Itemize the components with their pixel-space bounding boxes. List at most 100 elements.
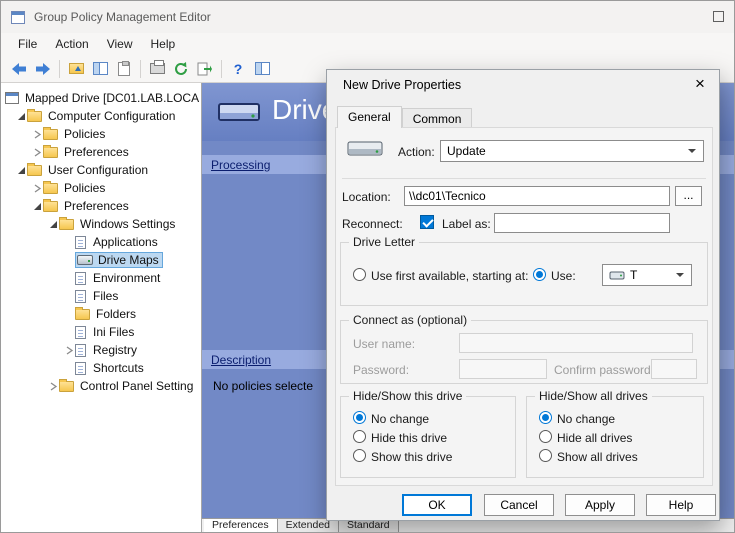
drive-letter-value: T	[630, 268, 637, 282]
password-input[interactable]	[459, 359, 547, 379]
tree-item-label: Policies	[64, 181, 105, 195]
toolbar-separator	[221, 60, 222, 78]
this-no-change-radio[interactable]	[353, 411, 366, 424]
tab-preferences[interactable]: Preferences	[204, 519, 278, 532]
tree-item-ini-files[interactable]: Ini Files	[1, 323, 201, 341]
window-title: Group Policy Management Editor	[34, 10, 211, 24]
tree-item-computer-policies[interactable]: Policies	[1, 125, 201, 143]
tree-item-registry[interactable]: Registry	[1, 341, 201, 359]
chevron-expanded-icon[interactable]	[47, 220, 59, 229]
title-bar: Group Policy Management Editor	[1, 1, 734, 33]
chevron-collapsed-icon[interactable]	[63, 346, 75, 355]
refresh-icon[interactable]	[170, 58, 192, 80]
menu-help[interactable]: Help	[142, 35, 185, 53]
action-dropdown[interactable]: Update	[440, 140, 704, 162]
browse-button[interactable]: ...	[675, 186, 702, 206]
chevron-collapsed-icon[interactable]	[47, 382, 59, 391]
confirm-password-input[interactable]	[651, 359, 697, 379]
user-name-input[interactable]	[459, 333, 693, 353]
description-link[interactable]: Description	[211, 353, 271, 367]
help-button[interactable]: Help	[646, 494, 716, 516]
chevron-collapsed-icon[interactable]	[31, 148, 43, 157]
reconnect-checkbox[interactable]	[420, 215, 434, 229]
hide-show-this-drive-title: Hide/Show this drive	[349, 389, 466, 403]
drive-letter-icon	[609, 270, 625, 281]
menu-action[interactable]: Action	[46, 35, 97, 53]
up-one-level-icon[interactable]	[65, 58, 87, 80]
hide-this-drive-label: Hide this drive	[371, 431, 447, 445]
ini-files-icon	[75, 326, 86, 339]
tree-item-label: Preferences	[64, 145, 129, 159]
tab-general[interactable]: General	[337, 106, 402, 128]
print-icon[interactable]	[146, 58, 168, 80]
help-icon[interactable]: ?	[227, 58, 249, 80]
all-no-change-radio[interactable]	[539, 411, 552, 424]
tree-item-computer-configuration[interactable]: Computer Configuration	[1, 107, 201, 125]
hide-this-drive-radio[interactable]	[353, 430, 366, 443]
tree-item-label: Shortcuts	[93, 361, 144, 375]
hide-all-drives-label: Hide all drives	[557, 431, 632, 445]
use-radio[interactable]	[533, 268, 546, 281]
connect-as-group: Connect as (optional) User name: Passwor…	[340, 320, 708, 384]
tree-item-label: Registry	[93, 343, 137, 357]
tree-item-user-preferences[interactable]: Preferences	[1, 197, 201, 215]
extended-pane-icon[interactable]	[251, 58, 273, 80]
tree-item-folders[interactable]: Folders	[1, 305, 201, 323]
drive-letter-dropdown[interactable]: T	[602, 264, 692, 286]
processing-link[interactable]: Processing	[211, 158, 270, 172]
export-list-icon[interactable]	[194, 58, 216, 80]
use-label: Use:	[551, 269, 576, 283]
tree-item-user-policies[interactable]: Policies	[1, 179, 201, 197]
tree-item-root[interactable]: Mapped Drive [DC01.LAB.LOCA	[1, 89, 201, 107]
hide-all-drives-radio[interactable]	[539, 430, 552, 443]
chevron-expanded-icon[interactable]	[15, 166, 27, 175]
ok-button[interactable]: OK	[402, 494, 472, 516]
cancel-button[interactable]: Cancel	[484, 494, 554, 516]
console-root-icon	[5, 92, 19, 104]
tree-item-applications[interactable]: Applications	[1, 233, 201, 251]
location-input[interactable]	[404, 186, 670, 206]
tree-item-user-configuration[interactable]: User Configuration	[1, 161, 201, 179]
tree-item-control-panel-settings[interactable]: Control Panel Setting	[1, 377, 201, 395]
folders-icon	[75, 309, 90, 320]
show-all-drives-radio[interactable]	[539, 449, 552, 462]
use-first-available-radio[interactable]	[353, 268, 366, 281]
tree-item-environment[interactable]: Environment	[1, 269, 201, 287]
show-console-tree-icon[interactable]	[89, 58, 111, 80]
tree-item-drive-maps[interactable]: Drive Maps	[1, 251, 201, 269]
show-this-drive-label: Show this drive	[371, 450, 452, 464]
maximize-button[interactable]	[713, 11, 724, 22]
properties-icon[interactable]	[113, 58, 135, 80]
chevron-collapsed-icon[interactable]	[31, 184, 43, 193]
separator	[342, 178, 706, 179]
apply-button[interactable]: Apply	[565, 494, 635, 516]
back-icon[interactable]	[8, 58, 30, 80]
chevron-expanded-icon[interactable]	[15, 112, 27, 121]
drive-letter-group-title: Drive Letter	[349, 235, 419, 249]
chevron-expanded-icon[interactable]	[31, 202, 43, 211]
selected-tree-item: Drive Maps	[75, 252, 163, 268]
tree-item-windows-settings[interactable]: Windows Settings	[1, 215, 201, 233]
tree-item-label: User Configuration	[48, 163, 148, 177]
forward-icon[interactable]	[32, 58, 54, 80]
tree-item-computer-preferences[interactable]: Preferences	[1, 143, 201, 161]
folder-icon	[43, 129, 58, 140]
label-as-input[interactable]	[494, 213, 670, 233]
drive-action-icon	[346, 136, 384, 162]
menu-view[interactable]: View	[98, 35, 142, 53]
tab-common[interactable]: Common	[402, 108, 473, 128]
close-icon[interactable]: ×	[689, 73, 711, 95]
hide-show-this-drive-group: Hide/Show this drive No change Hide this…	[340, 396, 516, 478]
menu-bar: File Action View Help	[1, 33, 734, 55]
files-icon	[75, 290, 86, 303]
tree-item-label: Ini Files	[93, 325, 134, 339]
drive-maps-icon	[77, 255, 93, 265]
folder-icon	[27, 165, 42, 176]
location-label: Location:	[342, 190, 391, 204]
tree-item-shortcuts[interactable]: Shortcuts	[1, 359, 201, 377]
menu-file[interactable]: File	[9, 35, 46, 53]
show-this-drive-radio[interactable]	[353, 449, 366, 462]
tree-item-label: Policies	[64, 127, 105, 141]
chevron-collapsed-icon[interactable]	[31, 130, 43, 139]
tree-item-files[interactable]: Files	[1, 287, 201, 305]
